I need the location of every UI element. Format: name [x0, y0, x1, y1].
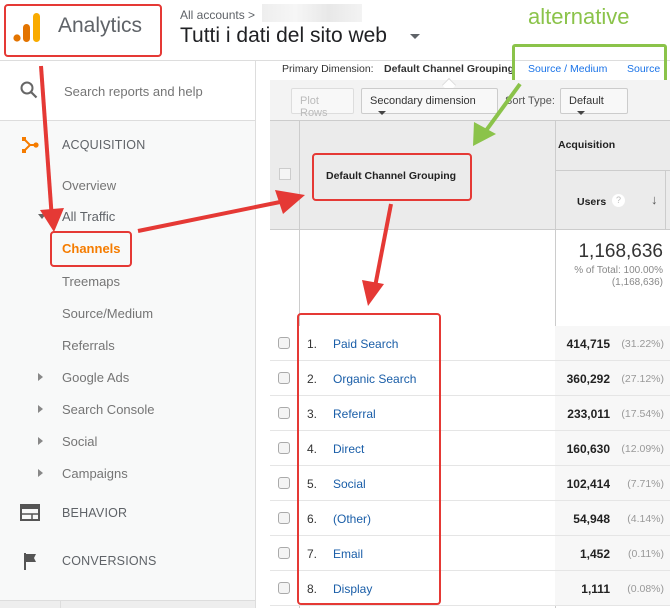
- primary-dimension-active[interactable]: Default Channel Grouping: [384, 63, 514, 75]
- row-checkbox[interactable]: [278, 407, 290, 419]
- sort-type-label: Sort Type:: [505, 95, 555, 107]
- nav-referrals[interactable]: Referrals: [62, 338, 115, 353]
- nav-source-medium[interactable]: Source/Medium: [62, 306, 153, 321]
- users-value: 1,111: [581, 582, 610, 596]
- search-icon: [20, 81, 38, 99]
- users-percent: (12.09%): [621, 443, 664, 455]
- header-divider: [555, 170, 670, 171]
- divider: [60, 600, 61, 608]
- row-checkbox[interactable]: [278, 442, 290, 454]
- select-all-checkbox[interactable]: [279, 168, 291, 180]
- nav-search-console[interactable]: Search Console: [62, 402, 155, 417]
- users-column-header[interactable]: Users: [577, 196, 606, 208]
- users-percent: (4.14%): [627, 513, 664, 525]
- annotation-box-alternatives: [512, 44, 667, 84]
- nav-behavior[interactable]: BEHAVIOR: [62, 506, 127, 520]
- users-value: 160,630: [566, 442, 610, 456]
- behavior-icon: [20, 504, 40, 521]
- row-checkbox[interactable]: [278, 512, 290, 524]
- view-dropdown-icon[interactable]: [410, 34, 420, 39]
- users-value: 102,414: [566, 477, 610, 491]
- total-abs: (1,168,636): [611, 277, 663, 288]
- nav-acquisition[interactable]: ACQUISITION: [62, 138, 145, 152]
- totals-cell: 1,168,636 % of Total: 100.00% (1,168,636…: [555, 230, 670, 326]
- annotation-box-rows: [297, 313, 441, 605]
- expand-right-icon[interactable]: [38, 373, 43, 381]
- nav-overview[interactable]: Overview: [62, 178, 116, 193]
- total-users: 1,168,636: [578, 241, 663, 262]
- nav-treemaps[interactable]: Treemaps: [62, 274, 120, 289]
- nav-campaigns[interactable]: Campaigns: [62, 466, 128, 481]
- total-pct: % of Total: 100.00%: [574, 265, 663, 276]
- nav-social[interactable]: Social: [62, 434, 97, 449]
- view-selector[interactable]: Tutti i dati del sito web: [180, 24, 387, 48]
- users-percent: (0.11%): [628, 548, 664, 560]
- row-checkbox[interactable]: [278, 372, 290, 384]
- users-percent: (31.22%): [621, 338, 664, 350]
- expand-down-icon[interactable]: [38, 214, 46, 219]
- acquisition-group-header: Acquisition: [558, 139, 616, 151]
- plot-rows-label: Plot Rows: [300, 95, 328, 119]
- users-value: 360,292: [566, 372, 610, 386]
- nav-google-ads[interactable]: Google Ads: [62, 370, 129, 385]
- secondary-dimension-label: Secondary dimension: [370, 95, 476, 107]
- users-value: 1,452: [579, 547, 610, 561]
- nav-all-traffic[interactable]: All Traffic: [62, 209, 115, 224]
- sort-type-dropdown[interactable]: Default: [560, 88, 628, 116]
- row-checkbox[interactable]: [278, 547, 290, 559]
- users-percent: (27.12%): [621, 373, 664, 385]
- acquisition-icon: [22, 137, 39, 153]
- expand-right-icon[interactable]: [38, 405, 43, 413]
- users-percent: (7.71%): [627, 478, 664, 490]
- users-value: 54,948: [573, 512, 610, 526]
- users-value: 414,715: [566, 337, 610, 351]
- expand-right-icon[interactable]: [38, 437, 43, 445]
- flag-icon: [24, 553, 36, 570]
- users-percent: (0.08%): [627, 583, 664, 595]
- row-checkbox[interactable]: [278, 337, 290, 349]
- search-reports[interactable]: Search reports and help: [0, 61, 255, 121]
- app-name[interactable]: Analytics: [58, 14, 142, 38]
- row-checkbox[interactable]: [278, 582, 290, 594]
- chevron-down-icon: [577, 111, 585, 116]
- plot-rows-button[interactable]: Plot Rows: [291, 88, 354, 119]
- sort-descending-icon[interactable]: ↓: [651, 192, 658, 207]
- sort-type-value: Default: [569, 95, 604, 107]
- sidebar-footer: [0, 600, 255, 608]
- users-percent: (17.54%): [621, 408, 664, 420]
- row-checkbox[interactable]: [278, 477, 290, 489]
- totals-row-left: [270, 230, 555, 326]
- search-input[interactable]: Search reports and help: [64, 84, 203, 99]
- nav-conversions[interactable]: CONVERSIONS: [62, 554, 157, 568]
- page: Analytics All accounts > Tutti i dati de…: [0, 0, 670, 608]
- breadcrumb[interactable]: All accounts >: [180, 8, 255, 22]
- blurred-account-name: [262, 4, 362, 22]
- analytics-logo-icon[interactable]: [13, 11, 43, 43]
- annotation-alternative: alternative: [528, 4, 630, 29]
- users-value: 233,011: [567, 407, 610, 421]
- chevron-down-icon: [378, 111, 386, 116]
- expand-right-icon[interactable]: [38, 469, 43, 477]
- nav-channels[interactable]: Channels: [62, 241, 121, 256]
- primary-dimension-label: Primary Dimension:: [282, 63, 374, 75]
- column-divider: [665, 170, 666, 230]
- dimension-column-header[interactable]: Default Channel Grouping: [326, 170, 456, 182]
- secondary-dimension-dropdown[interactable]: Secondary dimension: [361, 88, 498, 116]
- total-users-sub: % of Total: 100.00% (1,168,636): [574, 265, 663, 289]
- help-icon[interactable]: ?: [612, 194, 625, 207]
